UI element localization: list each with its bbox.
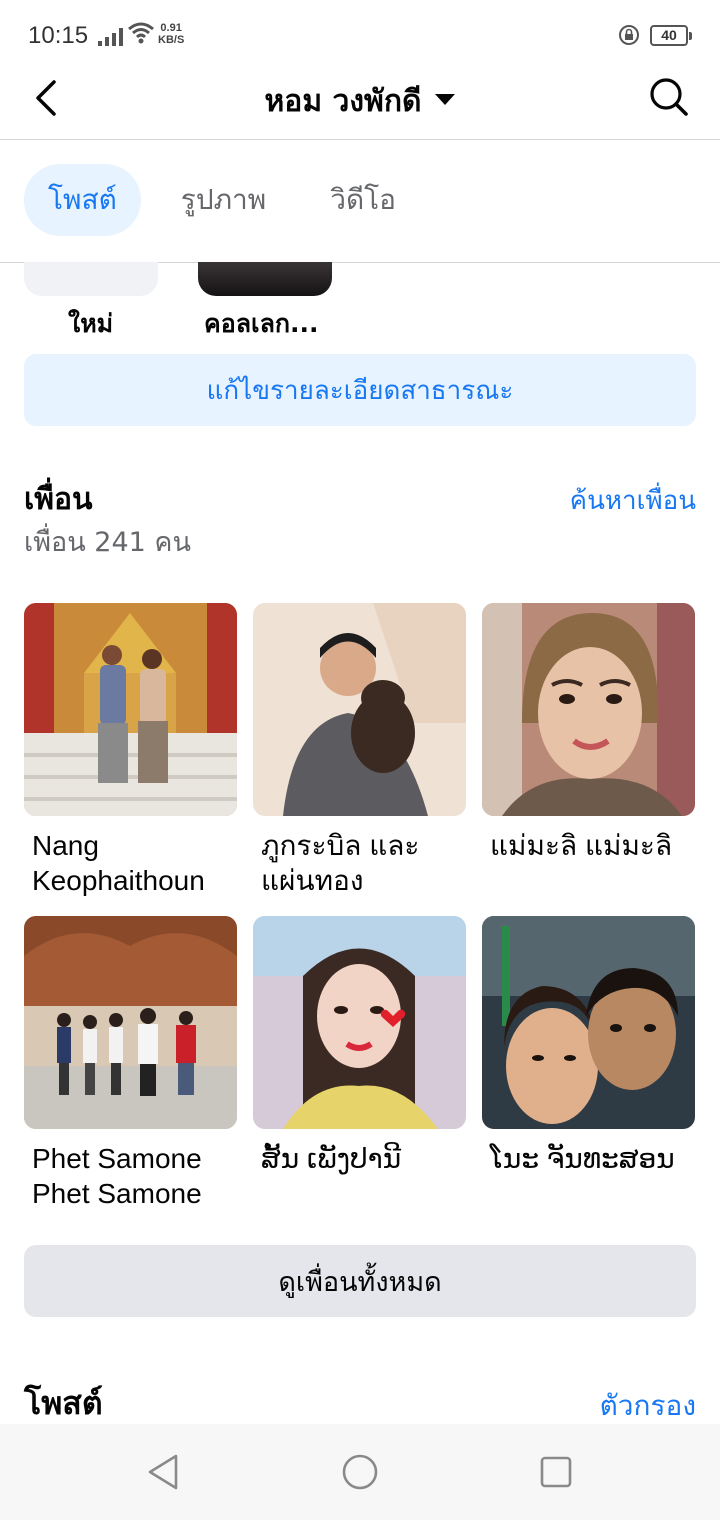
tab-videos[interactable]: วิดีโอ [306,164,420,236]
search-button[interactable] [648,76,690,118]
battery-indicator: 40 [650,25,692,46]
find-friends-link[interactable]: ค้นหาเพื่อน [570,480,696,521]
friend-card[interactable]: ໂນະ ຈັນທະສອນ [482,916,695,1176]
posts-section-title: โพสต์ [24,1384,103,1422]
caret-down-icon [435,94,456,105]
circle-home-icon[interactable] [340,1452,380,1492]
tab-posts[interactable]: โพสต์ [24,164,141,236]
friend-card[interactable]: แม่มะลิ แม่มะลิ [482,603,695,863]
page-title: หอม วงพักดี [264,84,422,119]
filter-link[interactable]: ตัวกรอง [600,1384,696,1428]
highlight-collection-label: คอลเลก... [204,309,319,338]
friend-card[interactable]: ສັ້ນ ເພັງປານີ [253,916,466,1176]
friends-count: เพื่อน 241 คน [24,527,191,558]
signal-icon [98,28,123,46]
highlight-new-cover[interactable] [24,262,158,296]
triangle-back-icon[interactable] [144,1452,184,1492]
profile-tabs: โพสต์ รูปภาพ วิดีโอ [24,164,436,236]
profile-name-dropdown[interactable]: หอม วงพักดี [0,78,720,125]
friend-photo[interactable] [24,916,237,1129]
friend-card[interactable]: Nang Keophaithoun [24,603,237,898]
friends-section-title: เพื่อน [24,482,93,517]
friend-photo[interactable] [24,603,237,816]
friend-photo[interactable] [482,916,695,1129]
friend-card[interactable]: Phet Samone Phet Samone [24,916,237,1211]
friend-photo[interactable] [482,603,695,816]
friend-photo[interactable] [253,603,466,816]
status-time: 10:15 [28,22,89,49]
highlight-new-label: ใหม่ [68,309,114,338]
rotation-lock-icon [619,25,639,45]
tab-photos[interactable]: รูปภาพ [157,164,290,236]
see-all-friends-button[interactable]: ดูเพื่อนทั้งหมด [24,1245,696,1317]
network-speed: 0.91 KB/S [158,22,185,46]
friend-name[interactable]: ໂນະ ຈັນທະສອນ [482,1141,695,1176]
friend-card[interactable]: ภูกระบิล และ แผ่นทอง [253,603,466,898]
friend-name[interactable]: Phet Samone Phet Samone [24,1141,237,1211]
edit-public-details-button[interactable]: แก้ไขรายละเอียดสาธารณะ [24,354,696,426]
system-nav-bar [0,1424,720,1520]
square-recents-icon[interactable] [536,1452,576,1492]
highlight-collection-cover[interactable] [198,262,332,296]
friend-name[interactable]: ภูกระบิล และ แผ่นทอง [253,828,466,898]
friend-photo[interactable] [253,916,466,1129]
friend-name[interactable]: Nang Keophaithoun [24,828,237,898]
friend-name[interactable]: ສັ້ນ ເພັງປານີ [253,1141,466,1176]
profile-header: หอม วงพักดี [0,60,720,140]
wifi-icon [128,22,154,44]
friend-name[interactable]: แม่มะลิ แม่มะลิ [482,828,695,863]
